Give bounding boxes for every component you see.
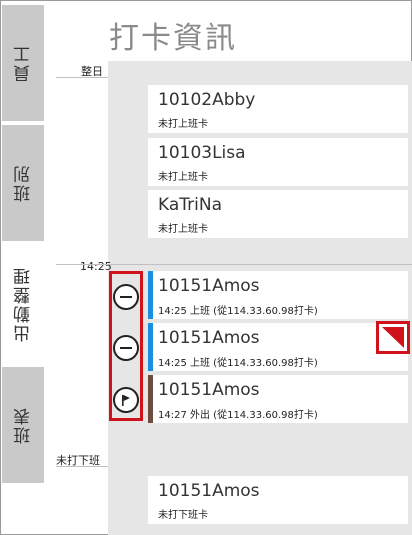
tab-shifts[interactable]: 班別: [2, 125, 44, 241]
tab-attendance-label: 出勤整理: [13, 266, 34, 342]
record-status: 未打上班卡: [158, 224, 208, 235]
minus-circle-icon[interactable]: [113, 284, 139, 310]
record-card[interactable]: 10103Lisa 未打上班卡: [148, 138, 408, 186]
record-name: 10151Amos: [158, 328, 260, 348]
section-divider: [56, 466, 108, 467]
record-card[interactable]: KaTriNa 未打上班卡: [148, 190, 408, 238]
tab-employees[interactable]: 員工: [2, 5, 44, 121]
record-status: 未打上班卡: [158, 172, 208, 183]
tab-employees-label: 員工: [13, 44, 34, 82]
record-status: 14:27 外出 (從114.33.60.98打卡): [158, 410, 318, 421]
page-title: 打卡資訊: [109, 21, 237, 56]
tab-schedule[interactable]: 班表: [2, 367, 44, 483]
record-card[interactable]: 10151Amos 14:27 外出 (從114.33.60.98打卡): [148, 375, 408, 423]
record-status: 14:25 上班 (從114.33.60.98打卡): [158, 306, 318, 317]
record-card[interactable]: 10151Amos 14:25 上班 (從114.33.60.98打卡): [148, 271, 408, 319]
record-name: 10151Amos: [158, 481, 260, 501]
tab-shifts-label: 班別: [13, 164, 34, 202]
tab-attendance[interactable]: 出勤整理: [2, 245, 44, 363]
flag-circle-icon[interactable]: [113, 387, 139, 413]
tab-schedule-label: 班表: [13, 406, 34, 444]
record-card[interactable]: 10151Amos 14:25 上班 (從114.33.60.98打卡): [148, 323, 408, 371]
status-stripe: [148, 375, 153, 423]
minus-circle-icon[interactable]: [113, 335, 139, 361]
section-divider: [56, 264, 412, 265]
status-stripe: [148, 323, 153, 371]
record-status: 未打下班卡: [158, 510, 208, 521]
record-name: KaTriNa: [158, 195, 222, 215]
record-card[interactable]: 10102Abby 未打上班卡: [148, 85, 408, 133]
section-divider: [56, 77, 108, 78]
record-name: 10151Amos: [158, 276, 260, 296]
status-stripe: [148, 271, 153, 319]
record-status: 未打上班卡: [158, 119, 208, 130]
record-name: 10102Abby: [158, 90, 256, 110]
record-name: 10151Amos: [158, 380, 260, 400]
record-name: 10103Lisa: [158, 143, 246, 163]
app-window: 員工 班別 出勤整理 班表 打卡資訊 整日 10102Abby 未打上班卡 10…: [0, 0, 412, 535]
section-label-time: 14:25: [80, 260, 112, 273]
record-status: 14:25 上班 (從114.33.60.98打卡): [158, 358, 318, 369]
record-card[interactable]: 10151Amos 未打下班卡: [148, 476, 408, 524]
corner-triangle-icon[interactable]: [382, 327, 404, 352]
